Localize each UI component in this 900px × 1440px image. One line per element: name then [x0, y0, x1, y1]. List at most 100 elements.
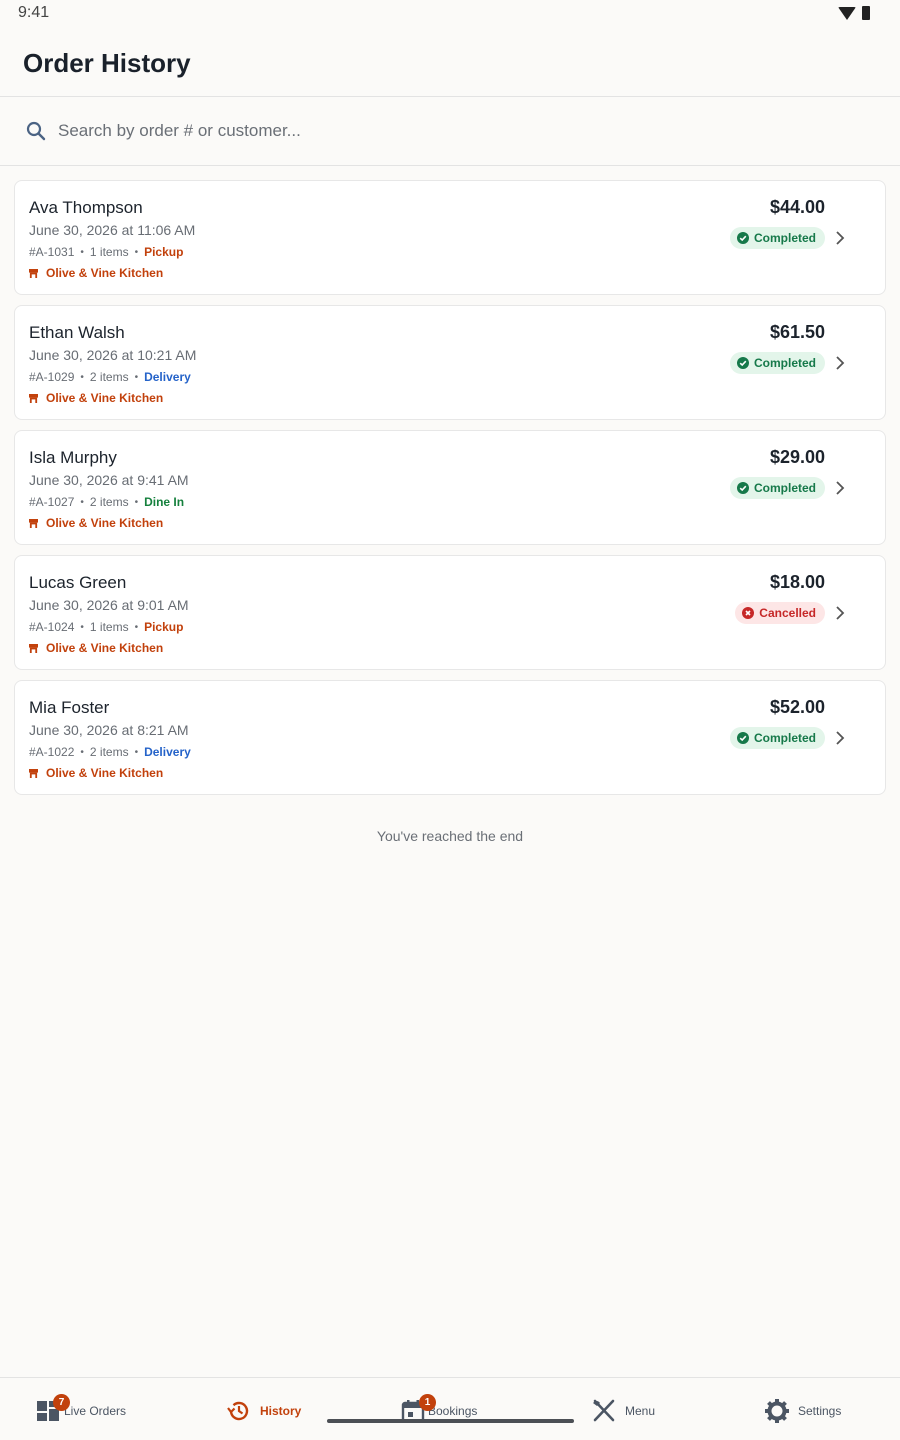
chevron-right-icon[interactable] [835, 231, 845, 245]
order-type: Pickup [144, 245, 184, 259]
order-card[interactable]: Mia Foster June 30, 2026 at 8:21 AM #A-1… [14, 680, 886, 795]
status-badge: Completed [729, 477, 825, 499]
order-amount: $18.00 [769, 572, 825, 592]
search-input[interactable] [58, 117, 858, 145]
restaurant-name: Olive & Vine Kitchen [46, 766, 164, 780]
item-count: 1 items [89, 620, 129, 634]
tab-label: Live Orders [64, 1404, 127, 1418]
tab-menu[interactable]: Menu [591, 1396, 655, 1426]
restaurant-name: Olive & Vine Kitchen [46, 391, 164, 405]
item-count: 2 items [89, 370, 129, 384]
restaurant: Olive & Vine Kitchen [29, 266, 163, 280]
store-icon [29, 268, 38, 278]
search-icon [26, 121, 46, 141]
tab-live-orders[interactable]: 7 Live Orders [36, 1394, 127, 1426]
order-list: Ava Thompson June 30, 2026 at 11:06 AM #… [14, 180, 886, 805]
store-icon [29, 643, 38, 653]
tab-history[interactable]: History [226, 1396, 301, 1426]
dashboard-icon: 7 [36, 1394, 70, 1424]
wifi-icon [838, 6, 856, 20]
order-type: Delivery [144, 745, 191, 759]
item-count: 2 items [89, 495, 129, 509]
meta-separator: • [134, 621, 139, 633]
order-datetime: June 30, 2026 at 9:41 AM [29, 472, 189, 488]
battery-icon [862, 6, 870, 20]
status-label: Completed [753, 356, 816, 370]
order-datetime: June 30, 2026 at 11:06 AM [29, 222, 196, 238]
status-time: 9:41 [18, 4, 50, 21]
order-number: #A-1022 [29, 745, 75, 759]
restaurant-name: Olive & Vine Kitchen [46, 266, 164, 280]
meta-separator: • [134, 496, 139, 508]
order-type: Delivery [144, 370, 191, 384]
order-datetime: June 30, 2026 at 9:01 AM [29, 597, 189, 613]
gear-icon [764, 1398, 790, 1424]
item-count: 2 items [89, 745, 129, 759]
order-number: #A-1027 [29, 495, 75, 509]
order-card[interactable]: Ethan Walsh June 30, 2026 at 10:21 AM #A… [14, 305, 886, 420]
meta-separator: • [80, 496, 84, 508]
check-circle-icon [736, 357, 749, 369]
restaurant-name: Olive & Vine Kitchen [46, 641, 164, 655]
meta-separator: • [134, 371, 139, 383]
status-badge: Cancelled [735, 602, 825, 624]
end-of-list-note: You've reached the end [376, 828, 524, 844]
chevron-right-icon[interactable] [835, 606, 845, 620]
order-type: Dine In [144, 495, 185, 509]
store-icon [29, 518, 38, 528]
order-number: #A-1031 [29, 245, 75, 259]
customer-name: Isla Murphy [29, 448, 117, 467]
status-label: Cancelled [759, 606, 816, 620]
bottom-tab-bar: 7 Live Orders History 1 Bookings Menu Se… [0, 1377, 900, 1440]
order-meta: #A-1027 • 2 items • Dine In [29, 495, 184, 509]
order-datetime: June 30, 2026 at 10:21 AM [29, 347, 197, 363]
order-number: #A-1029 [29, 370, 75, 384]
order-meta: #A-1031 • 1 items • Pickup [29, 245, 183, 259]
restaurant: Olive & Vine Kitchen [29, 766, 163, 780]
status-badge: Completed [729, 727, 825, 749]
meta-separator: • [80, 246, 84, 258]
order-meta: #A-1024 • 1 items • Pickup [29, 620, 183, 634]
meta-separator: • [80, 621, 84, 633]
status-label: Completed [753, 481, 816, 495]
tab-badge: 7 [53, 1394, 70, 1411]
tab-badge: 1 [419, 1394, 436, 1411]
order-amount: $29.00 [769, 447, 825, 467]
customer-name: Ethan Walsh [29, 323, 125, 342]
store-icon [29, 393, 38, 403]
order-meta: #A-1022 • 2 items • Delivery [29, 745, 191, 759]
customer-name: Mia Foster [29, 698, 110, 717]
order-type: Pickup [144, 620, 184, 634]
tab-label: Settings [798, 1404, 842, 1418]
status-label: Completed [753, 231, 816, 245]
order-card[interactable]: Ava Thompson June 30, 2026 at 11:06 AM #… [14, 180, 886, 295]
order-amount: $52.00 [769, 697, 825, 717]
restaurant: Olive & Vine Kitchen [29, 641, 163, 655]
check-circle-icon [736, 232, 749, 244]
meta-separator: • [80, 371, 84, 383]
customer-name: Lucas Green [29, 573, 127, 592]
home-indicator [327, 1419, 574, 1423]
chevron-right-icon[interactable] [835, 731, 845, 745]
check-circle-icon [736, 482, 749, 494]
restaurant: Olive & Vine Kitchen [29, 391, 163, 405]
search-bar[interactable] [0, 97, 900, 165]
check-circle-icon [736, 732, 749, 744]
order-card[interactable]: Lucas Green June 30, 2026 at 9:01 AM #A-… [14, 555, 886, 670]
status-icons [838, 6, 870, 20]
order-number: #A-1024 [29, 620, 75, 634]
order-datetime: June 30, 2026 at 8:21 AM [29, 722, 189, 738]
tab-label: Bookings [428, 1404, 478, 1418]
tab-settings[interactable]: Settings [764, 1396, 841, 1426]
chevron-right-icon[interactable] [835, 356, 845, 370]
item-count: 1 items [89, 245, 129, 259]
restaurant-name: Olive & Vine Kitchen [46, 516, 164, 530]
x-circle-icon [742, 607, 755, 619]
store-icon [29, 768, 38, 778]
search-divider [0, 165, 900, 166]
history-icon [226, 1398, 252, 1424]
order-card[interactable]: Isla Murphy June 30, 2026 at 9:41 AM #A-… [14, 430, 886, 545]
chevron-right-icon[interactable] [835, 481, 845, 495]
tab-label: History [260, 1404, 302, 1418]
meta-separator: • [134, 746, 139, 758]
